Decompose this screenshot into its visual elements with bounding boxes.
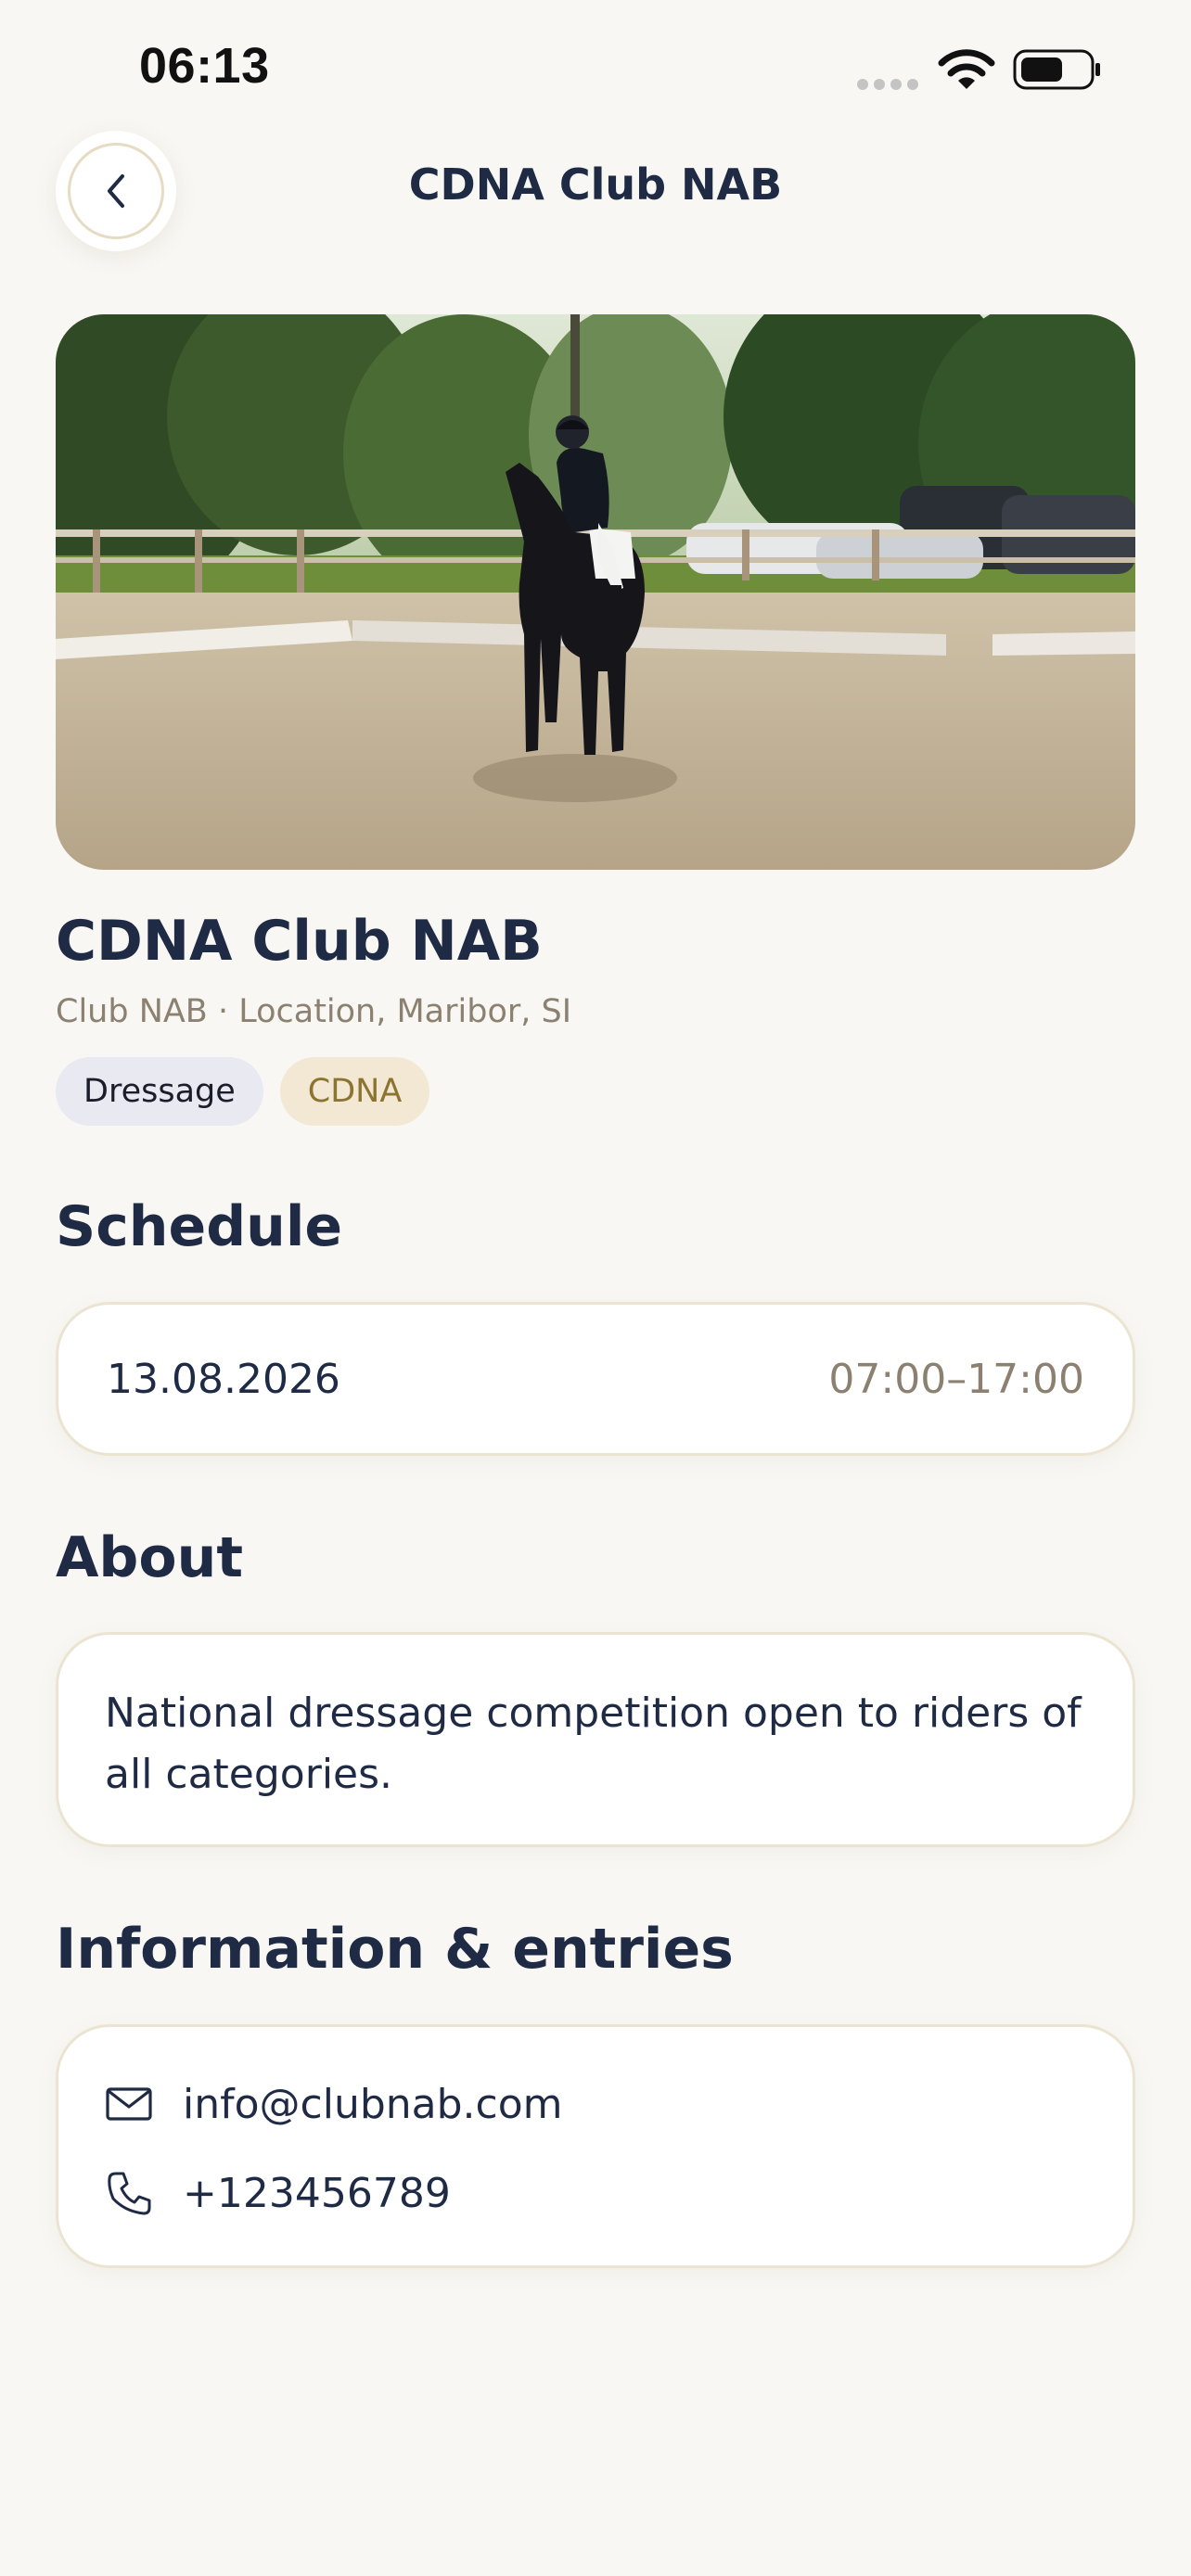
- contact-heading: Information & entries: [56, 1917, 734, 1982]
- status-time: 06:13: [139, 38, 270, 94]
- contact-phone: +123456789: [183, 2169, 451, 2217]
- wifi-icon: [938, 49, 995, 89]
- tag-dressage[interactable]: Dressage: [56, 1057, 263, 1126]
- about-card: National dressage competition open to ri…: [56, 1632, 1135, 1847]
- email-row[interactable]: info@clubnab.com: [105, 2076, 563, 2132]
- mail-icon: [106, 2087, 152, 2121]
- contact-email: info@clubnab.com: [183, 2080, 563, 2128]
- event-title: CDNA Club NAB: [56, 909, 543, 974]
- battery-icon: [1013, 49, 1100, 90]
- phone-icon: [108, 2172, 151, 2215]
- page-title: CDNA Club NAB: [408, 159, 783, 210]
- phone-row[interactable]: +123456789: [105, 2165, 451, 2221]
- schedule-date: 13.08.2026: [107, 1355, 340, 1403]
- event-hero-image: [56, 314, 1135, 870]
- tag-list: Dressage CDNA: [56, 1057, 430, 1126]
- schedule-card: 13.08.2026 07:00–17:00: [56, 1302, 1135, 1456]
- schedule-heading: Schedule: [56, 1194, 343, 1259]
- event-subtitle: Club NAB · Location, Maribor, SI: [56, 993, 572, 1030]
- tag-cdna[interactable]: CDNA: [279, 1057, 430, 1126]
- signal-icon: [857, 79, 918, 90]
- about-heading: About: [56, 1525, 244, 1590]
- contact-card: info@clubnab.com +123456789: [56, 2024, 1135, 2268]
- about-text: National dressage competition open to ri…: [105, 1690, 1082, 1798]
- schedule-time: 07:00–17:00: [828, 1355, 1084, 1403]
- status-bar: 06:13: [0, 0, 1191, 139]
